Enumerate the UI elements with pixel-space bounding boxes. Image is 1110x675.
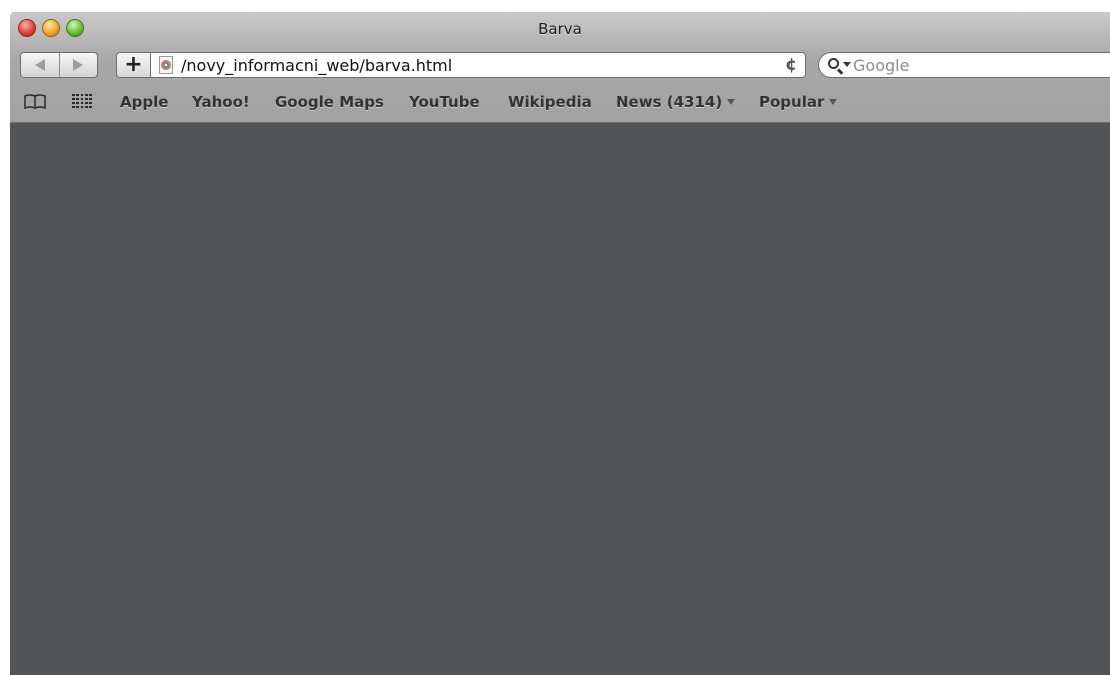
address-bar[interactable]: /novy_informacni_web/barva.html ¢	[150, 52, 806, 78]
search-input[interactable]	[853, 55, 1093, 75]
bookmark-google-maps[interactable]: Google Maps	[275, 93, 384, 111]
back-button[interactable]	[21, 53, 59, 77]
add-bookmark-button[interactable]: +	[116, 52, 150, 78]
search-field[interactable]	[818, 52, 1110, 78]
bookmark-youtube[interactable]: YouTube	[409, 93, 480, 111]
grid-icon[interactable]	[72, 94, 92, 108]
book-icon[interactable]	[24, 94, 46, 109]
bookmark-wikipedia[interactable]: Wikipedia	[508, 93, 592, 111]
bookmark-news-menu[interactable]: News (4314)	[616, 93, 736, 111]
bookmark-news-label: News (4314)	[616, 93, 723, 111]
bookmarks-bar: Apple Yahoo! Google Maps YouTube Wikiped…	[10, 90, 1110, 114]
bookmark-yahoo[interactable]: Yahoo!	[192, 93, 250, 111]
reload-icon[interactable]: ¢	[785, 55, 797, 75]
chevron-down-icon	[829, 99, 838, 105]
address-text: /novy_informacni_web/barva.html	[181, 56, 453, 75]
bookmark-apple[interactable]: Apple	[120, 93, 168, 111]
browser-chrome: Barva + /novy_informacni_web/barva.html …	[10, 12, 1110, 123]
navigation-buttons	[20, 52, 98, 78]
forward-button[interactable]	[58, 53, 98, 77]
forward-icon	[73, 59, 84, 71]
bookmark-popular-label: Popular	[759, 93, 825, 111]
title-bar[interactable]: Barva	[10, 12, 1110, 42]
search-icon[interactable]	[828, 58, 839, 69]
search-menu-chevron-icon[interactable]	[843, 62, 851, 67]
back-icon	[34, 59, 45, 71]
chevron-down-icon	[727, 99, 736, 105]
window-title: Barva	[538, 20, 582, 38]
page-favicon-icon	[159, 56, 173, 74]
browser-window: Barva + /novy_informacni_web/barva.html …	[10, 12, 1110, 675]
page-content-area	[10, 123, 1110, 675]
bookmark-popular-menu[interactable]: Popular	[759, 93, 838, 111]
